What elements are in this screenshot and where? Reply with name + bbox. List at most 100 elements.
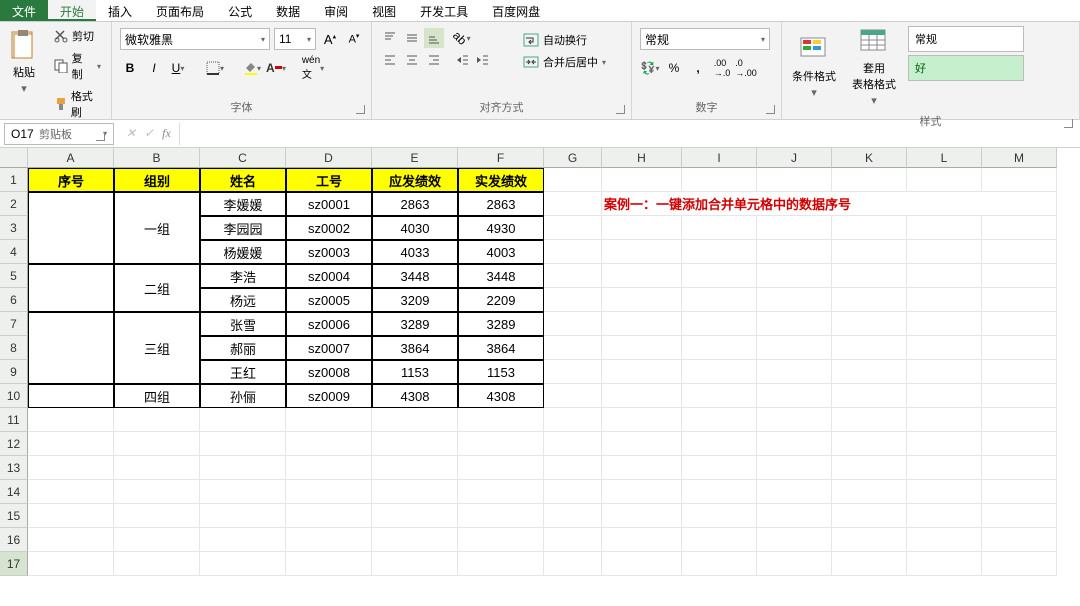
group-cell[interactable]: 三组 — [114, 312, 200, 384]
due-cell[interactable]: 4033 — [372, 240, 458, 264]
row-header-14[interactable]: 14 — [0, 480, 28, 504]
cell[interactable] — [832, 432, 907, 456]
cell[interactable] — [832, 312, 907, 336]
align-bottom-button[interactable] — [424, 28, 444, 48]
font-color-button[interactable]: A▾ — [266, 58, 286, 78]
cell[interactable] — [757, 216, 832, 240]
due-cell[interactable]: 3448 — [372, 264, 458, 288]
cell[interactable] — [602, 480, 682, 504]
cell[interactable] — [682, 480, 757, 504]
cell[interactable] — [602, 432, 682, 456]
cell[interactable] — [832, 504, 907, 528]
cell[interactable] — [28, 504, 114, 528]
cell[interactable] — [757, 336, 832, 360]
cell[interactable] — [682, 432, 757, 456]
due-cell[interactable]: 4308 — [372, 384, 458, 408]
name-cell[interactable]: 李浩 — [200, 264, 286, 288]
col-header-M[interactable]: M — [982, 148, 1057, 168]
italic-button[interactable]: I — [144, 58, 164, 78]
cell[interactable] — [682, 384, 757, 408]
comma-button[interactable]: , — [688, 58, 708, 78]
cell[interactable] — [982, 264, 1057, 288]
cell[interactable] — [200, 408, 286, 432]
cell[interactable] — [458, 456, 544, 480]
actual-cell[interactable]: 3864 — [458, 336, 544, 360]
id-cell[interactable]: sz0008 — [286, 360, 372, 384]
cell[interactable] — [544, 552, 602, 576]
cell[interactable] — [602, 528, 682, 552]
col-header-J[interactable]: J — [757, 148, 832, 168]
cut-button[interactable]: 剪切 — [50, 26, 105, 46]
seq-cell[interactable] — [28, 312, 114, 384]
actual-cell[interactable]: 2209 — [458, 288, 544, 312]
align-top-button[interactable] — [380, 28, 400, 48]
cell[interactable] — [982, 456, 1057, 480]
cell[interactable] — [458, 432, 544, 456]
due-cell[interactable]: 3289 — [372, 312, 458, 336]
cell[interactable] — [544, 168, 602, 192]
cell[interactable] — [757, 528, 832, 552]
cell[interactable] — [544, 336, 602, 360]
enter-formula-button[interactable]: ✓ — [144, 126, 154, 141]
cell[interactable] — [907, 480, 982, 504]
format-as-table-button[interactable]: 套用 表格格式 ▾ — [846, 24, 902, 111]
cell[interactable] — [544, 240, 602, 264]
header-cell[interactable]: 应发绩效 — [372, 168, 458, 192]
cell[interactable] — [602, 216, 682, 240]
cell[interactable] — [544, 456, 602, 480]
name-cell[interactable]: 李媛媛 — [200, 192, 286, 216]
actual-cell[interactable]: 1153 — [458, 360, 544, 384]
cell[interactable] — [114, 408, 200, 432]
align-left-button[interactable] — [380, 50, 400, 70]
name-cell[interactable]: 王红 — [200, 360, 286, 384]
tab-baidu[interactable]: 百度网盘 — [480, 0, 552, 21]
col-header-B[interactable]: B — [114, 148, 200, 168]
name-cell[interactable]: 张雪 — [200, 312, 286, 336]
actual-cell[interactable]: 2863 — [458, 192, 544, 216]
cell[interactable] — [832, 528, 907, 552]
row-header-4[interactable]: 4 — [0, 240, 28, 264]
align-middle-button[interactable] — [402, 28, 422, 48]
col-header-D[interactable]: D — [286, 148, 372, 168]
cell[interactable] — [982, 216, 1057, 240]
cell[interactable] — [372, 528, 458, 552]
cell[interactable] — [757, 456, 832, 480]
paste-button[interactable]: 粘贴 ▾ — [4, 24, 44, 99]
row-header-17[interactable]: 17 — [0, 552, 28, 576]
row-header-1[interactable]: 1 — [0, 168, 28, 192]
header-cell[interactable]: 姓名 — [200, 168, 286, 192]
cell[interactable] — [200, 480, 286, 504]
cell[interactable] — [682, 168, 757, 192]
cell[interactable] — [458, 408, 544, 432]
cell[interactable] — [982, 504, 1057, 528]
cell[interactable] — [602, 552, 682, 576]
cell[interactable] — [28, 528, 114, 552]
col-header-E[interactable]: E — [372, 148, 458, 168]
row-header-16[interactable]: 16 — [0, 528, 28, 552]
copy-button[interactable]: 复制 ▾ — [50, 48, 105, 84]
style-normal[interactable]: 常规 — [908, 26, 1024, 52]
cell[interactable] — [602, 384, 682, 408]
cell[interactable] — [544, 504, 602, 528]
id-cell[interactable]: sz0006 — [286, 312, 372, 336]
cell[interactable] — [907, 312, 982, 336]
cell[interactable] — [682, 312, 757, 336]
due-cell[interactable]: 2863 — [372, 192, 458, 216]
cell[interactable] — [602, 288, 682, 312]
cell[interactable] — [832, 384, 907, 408]
group-cell[interactable]: 二组 — [114, 264, 200, 312]
actual-cell[interactable]: 4930 — [458, 216, 544, 240]
group-cell[interactable]: 四组 — [114, 384, 200, 408]
cell[interactable] — [907, 432, 982, 456]
cell[interactable] — [832, 264, 907, 288]
cell[interactable] — [907, 360, 982, 384]
seq-cell[interactable] — [28, 264, 114, 312]
cell[interactable] — [372, 456, 458, 480]
row-header-9[interactable]: 9 — [0, 360, 28, 384]
cell[interactable] — [982, 480, 1057, 504]
cell[interactable] — [982, 432, 1057, 456]
cell[interactable] — [982, 384, 1057, 408]
cell[interactable] — [907, 168, 982, 192]
cell[interactable] — [286, 480, 372, 504]
cell[interactable] — [544, 192, 602, 216]
